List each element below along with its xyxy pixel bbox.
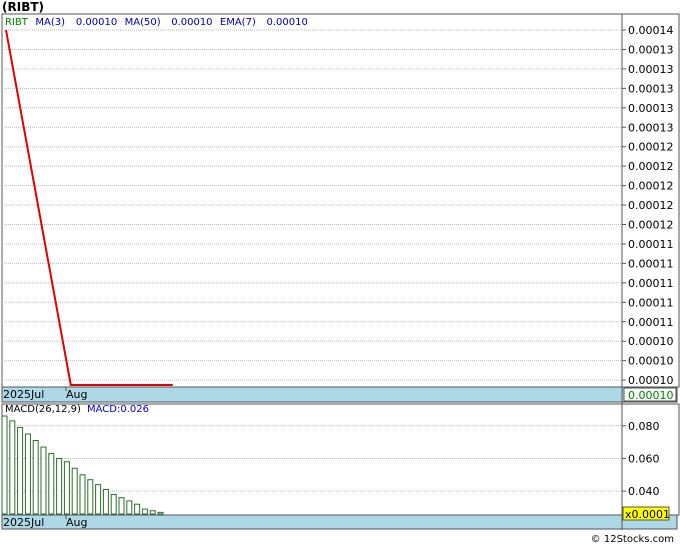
macd-bar [149,510,156,515]
price-y-tick-label: 0.00013 [628,82,674,95]
macd-bar [17,426,24,515]
price-chart: 0.00014 0.00013 0.00013 0.00013 0.00013 0.000… [1,13,680,530]
macd-legend-name: MACD(26,12,9) [5,404,81,415]
macd-bar [118,497,125,515]
price-y-tick-label: 0.00013 [628,102,674,115]
price-y-tick-label: 0.00012 [628,160,674,173]
price-panel-frame [1,13,680,388]
price-y-tick-label: 0.00013 [628,43,674,56]
macd-bar [157,511,164,515]
macd-bar [63,461,70,515]
price-legend-item: 0.00010 [171,17,212,28]
price-y-tick-label: 0.00010 [628,335,674,348]
price-legend-item: EMA(7) [220,17,256,28]
price-y-tick-label: 0.00012 [628,199,674,212]
macd-legend-value: MACD:0.026 [87,404,149,415]
price-y-tick-label: 0.00013 [628,121,674,134]
price-legend-item: 0.00010 [267,17,308,28]
macd-bar [32,440,39,515]
price-x-label-jul: 2025Jul [3,388,44,401]
price-x-axis-band [1,386,623,403]
macd-y-tick-label: 0.060 [628,452,660,465]
price-y-tick-label: 0.00014 [628,24,674,37]
price-y-tick-label: 0.00010 [628,355,674,368]
macd-bar [141,508,148,515]
price-legend-item: RIBT [5,17,29,28]
macd-bar [9,420,16,515]
macd-y-tick-label: 0.040 [628,485,660,498]
macd-bar [40,446,47,515]
macd-y-tick-label: 0.080 [628,420,660,433]
macd-bar [71,467,78,515]
macd-bar [126,500,133,515]
price-y-tick-label: 0.00011 [628,296,674,309]
macd-x-label-jul: 2025Jul [3,516,44,529]
macd-bar [79,474,86,515]
price-current-value: 0.00010 [628,389,674,402]
macd-bar [56,457,63,515]
price-legend-item: MA(3) [35,17,65,28]
price-y-tick-label: 0.00012 [628,141,674,154]
macd-bar [95,484,102,515]
macd-bar [48,453,55,515]
price-y-tick-label: 0.00011 [628,238,674,251]
macd-bar [110,493,117,515]
price-x-label-aug: Aug [66,388,87,401]
macd-bar [24,433,31,515]
copyright-credit: © 12Stocks.com [590,534,674,545]
price-y-tick-label: 0.00012 [628,219,674,232]
macd-bar [87,479,94,515]
price-legend-item: 0.00010 [76,17,117,28]
price-y-tick-label: 0.00011 [628,316,674,329]
macd-x-label-aug: Aug [66,516,87,529]
price-y-tick-label: 0.00012 [628,180,674,193]
price-y-tick-label: 0.00013 [628,63,674,76]
macd-bar [134,503,141,515]
price-legend-item: MA(50) [125,17,161,28]
chart-page: (RIBT) 0.00014 0.00013 0.00013 0.00013 0.000… [0,0,680,546]
macd-x-axis-band [1,514,623,530]
macd-multiplier-label: x0.0001 [625,508,670,521]
macd-bar [102,489,109,515]
price-y-tick-label: 0.00011 [628,277,674,290]
price-y-tick-label: 0.00011 [628,257,674,270]
macd-bar [1,415,8,515]
price-y-tick-label: 0.00010 [628,374,674,387]
